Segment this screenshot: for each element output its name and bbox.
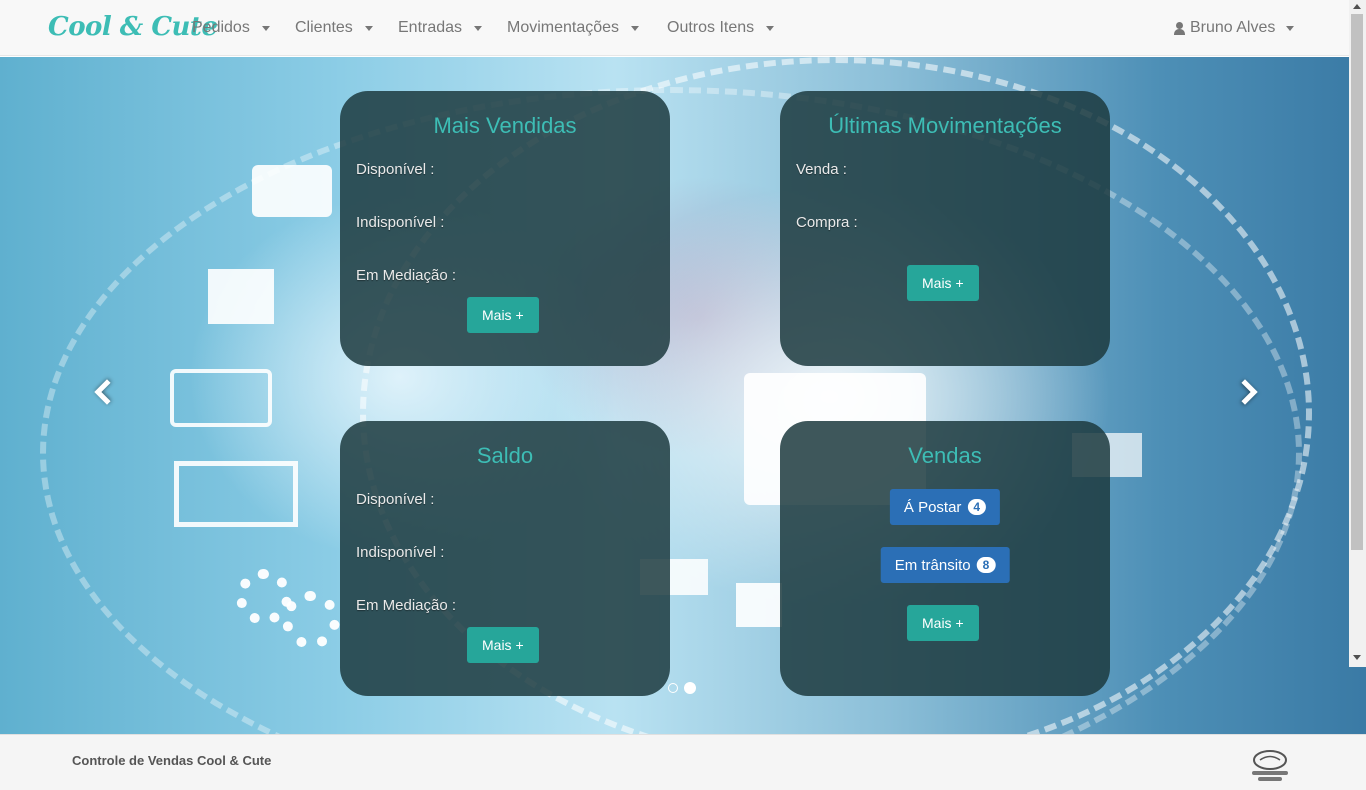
- tablet-icon: [170, 369, 272, 427]
- label-indisponivel: Indisponível :: [356, 544, 445, 561]
- label-disponivel: Disponível :: [356, 491, 435, 508]
- em-transito-button[interactable]: Em trânsito 8: [880, 547, 1010, 583]
- nav-clientes[interactable]: Clientes: [295, 19, 373, 37]
- gear-icon: [282, 591, 340, 649]
- carousel-indicator-1[interactable]: [668, 683, 678, 693]
- carousel-indicators: [668, 682, 696, 694]
- label-compra: Compra :: [796, 214, 858, 231]
- vendas-more-button[interactable]: Mais +: [907, 605, 979, 641]
- carousel-indicator-2[interactable]: [684, 682, 696, 694]
- hero-carousel: Mais Vendidas Disponível : Indisponível …: [0, 57, 1366, 734]
- user-name: Bruno Alves: [1190, 19, 1276, 36]
- printer-icon: [252, 165, 332, 217]
- vertical-scrollbar[interactable]: [1349, 0, 1366, 667]
- label-em-mediacao: Em Mediação :: [356, 597, 457, 614]
- nav-entradas-label: Entradas: [398, 19, 463, 36]
- footer-text: Controle de Vendas Cool & Cute: [72, 753, 272, 768]
- caret-down-icon: [766, 25, 775, 31]
- scroll-up-icon[interactable]: [1353, 4, 1361, 9]
- caret-down-icon: [474, 25, 483, 31]
- nav-entradas[interactable]: Entradas: [398, 19, 483, 37]
- nav-clientes-label: Clientes: [295, 19, 353, 36]
- caret-down-icon: [1286, 25, 1295, 31]
- panel-saldo: Saldo Disponível : Indisponível : Em Med…: [340, 421, 670, 696]
- em-transito-label: Em trânsito: [894, 556, 971, 574]
- label-venda: Venda :: [796, 161, 847, 178]
- a-postar-label: Á Postar: [903, 498, 962, 516]
- laptop-icon: [174, 461, 298, 527]
- document-icon: [736, 583, 782, 627]
- user-icon: [1174, 21, 1185, 35]
- caret-down-icon: [364, 25, 373, 31]
- panel-title: Vendas: [908, 443, 982, 468]
- nav-movimentacoes-label: Movimentações: [507, 19, 620, 36]
- a-postar-count-badge: 4: [967, 499, 987, 515]
- mercado-livre-logo: [1252, 750, 1288, 781]
- panel-ultimas-movimentacoes: Últimas Movimentações Venda : Compra : M…: [780, 91, 1110, 366]
- panel-mais-vendidas: Mais Vendidas Disponível : Indisponível …: [340, 91, 670, 366]
- panel-title: Últimas Movimentações: [828, 113, 1062, 138]
- caret-down-icon: [631, 25, 640, 31]
- em-transito-count-badge: 8: [976, 557, 996, 573]
- panel-title: Saldo: [476, 443, 534, 468]
- nav-outros-itens[interactable]: Outros Itens: [667, 19, 775, 37]
- panel-vendas: Vendas Á Postar 4 Em trânsito 8 Mais +: [780, 421, 1110, 696]
- scroll-down-icon[interactable]: [1353, 655, 1361, 660]
- nav-pedidos-label: Pedidos: [192, 19, 250, 36]
- picture-icon: [208, 269, 274, 324]
- nav-movimentacoes[interactable]: Movimentações: [507, 19, 640, 37]
- ultimas-movimentacoes-more-button[interactable]: Mais +: [907, 265, 979, 301]
- label-disponivel: Disponível :: [356, 161, 435, 178]
- a-postar-button[interactable]: Á Postar 4: [889, 489, 1001, 525]
- saldo-more-button[interactable]: Mais +: [467, 627, 539, 663]
- mais-vendidas-more-button[interactable]: Mais +: [467, 297, 539, 333]
- caret-down-icon: [261, 25, 270, 31]
- nav-outros-itens-label: Outros Itens: [667, 19, 755, 36]
- footer: Controle de Vendas Cool & Cute: [0, 734, 1366, 790]
- nav-pedidos[interactable]: Pedidos: [192, 19, 270, 37]
- navbar: Cool & Cute Pedidos Clientes Entradas Mo…: [0, 0, 1349, 56]
- label-indisponivel: Indisponível :: [356, 214, 445, 231]
- user-menu[interactable]: Bruno Alves: [1174, 19, 1295, 37]
- label-em-mediacao: Em Mediação :: [356, 267, 457, 284]
- scrollbar-thumb[interactable]: [1351, 14, 1363, 550]
- panel-title: Mais Vendidas: [433, 113, 577, 138]
